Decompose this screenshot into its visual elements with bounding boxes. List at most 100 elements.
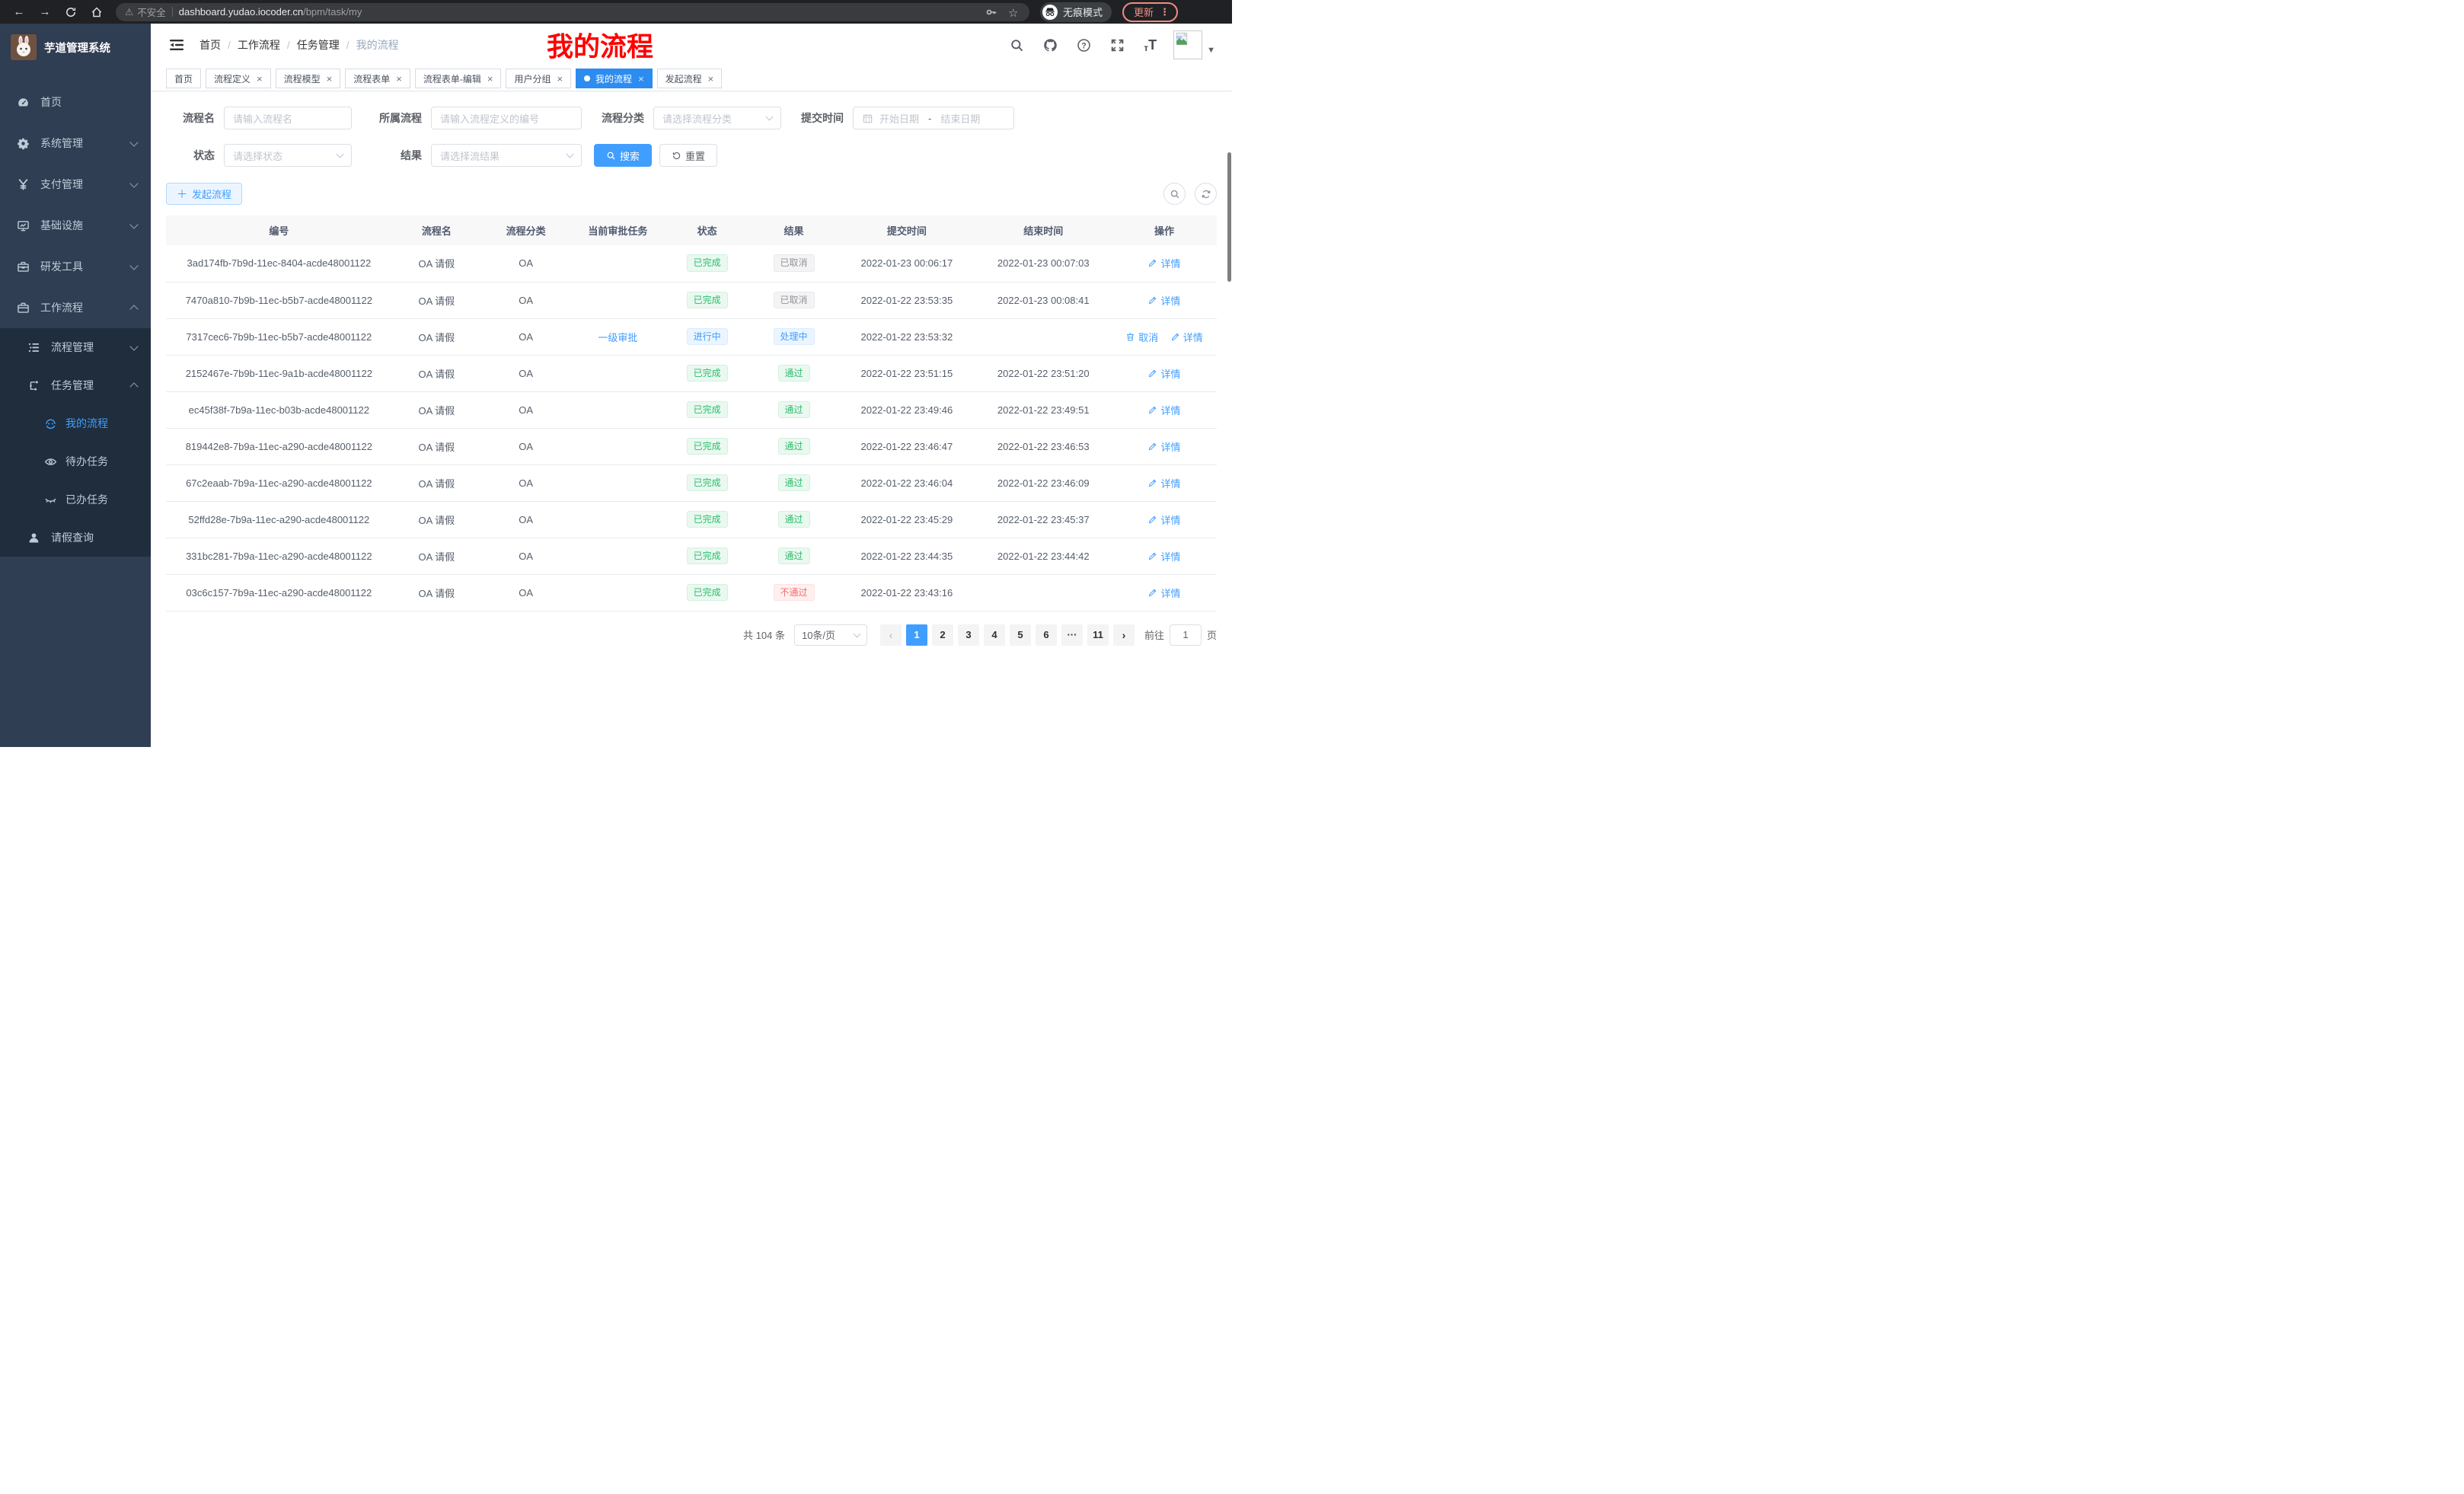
submit-time-range-picker[interactable]: 开始日期 - 结束日期 [853,107,1014,129]
cell-current-task[interactable] [570,282,665,318]
create-process-button[interactable]: ＋ 发起流程 [166,183,242,205]
app-logo-row[interactable]: 芋道管理系统 [0,24,151,71]
password-key-icon[interactable] [985,6,997,18]
chevron-icon [129,382,138,391]
bookmark-star-icon[interactable]: ☆ [1008,6,1020,18]
prev-page-button[interactable]: ‹ [880,624,902,646]
breadcrumb-item[interactable]: 工作流程 [238,37,297,53]
sidebar-item[interactable]: 系统管理 [0,123,151,164]
fullscreen-icon[interactable] [1110,38,1125,53]
cell-current-task[interactable] [570,501,665,538]
sidebar-item[interactable]: 基础设施 [0,205,151,246]
back-icon[interactable]: ← [9,2,29,22]
cell-current-task[interactable]: 一级审批 [570,318,665,355]
home-icon[interactable] [87,2,107,22]
close-tab-icon[interactable]: × [327,73,333,85]
close-tab-icon[interactable]: × [487,73,493,85]
security-warning[interactable]: ⚠ 不安全 [125,5,166,19]
scrollbar-thumb[interactable] [1227,152,1231,282]
browser-menu-icon[interactable]: ⋮ [1160,6,1170,18]
help-icon[interactable]: ? [1077,38,1091,53]
github-icon[interactable] [1043,38,1058,53]
cell-current-task[interactable] [570,391,665,428]
view-tab[interactable]: 流程表单-编辑 × [415,69,502,88]
view-tab[interactable]: 流程表单 × [345,69,410,88]
status-select[interactable]: 请选择状态 [224,144,352,167]
sidebar-item[interactable]: 研发工具 [0,246,151,287]
process-name-input[interactable]: 请输入流程名 [224,107,352,129]
cell-current-task[interactable] [570,428,665,464]
result-select[interactable]: 请选择流结果 [431,144,582,167]
forward-icon[interactable]: → [35,2,55,22]
page-number-button[interactable]: 11 [1087,624,1109,646]
view-tab[interactable]: 发起流程 × [657,69,723,88]
sidebar-item[interactable]: 工作流程 [0,287,151,328]
sidebar-item[interactable]: 任务管理 [0,366,151,404]
close-tab-icon[interactable]: × [257,73,263,85]
cell-current-task[interactable] [570,464,665,501]
sidebar-item[interactable]: 待办任务 [0,442,151,480]
detail-action-link[interactable]: 详情 [1147,366,1180,381]
sidebar-item[interactable]: 请假查询 [0,519,151,557]
view-tab[interactable]: 我的流程 × [576,69,653,88]
cell-category: OA [481,282,570,318]
breadcrumb-item[interactable]: 首页 [199,37,238,53]
page-number-button[interactable]: 3 [958,624,979,646]
search-icon[interactable] [1010,38,1024,53]
font-size-icon[interactable]: тT [1144,37,1157,53]
cell-submit-time: 2022-01-22 23:51:15 [838,355,975,391]
monitor-icon [17,219,30,232]
sidebar-item[interactable]: 已办任务 [0,480,151,519]
cell-submit-time: 2022-01-22 23:49:46 [838,391,975,428]
detail-action-link[interactable]: 详情 [1147,403,1180,417]
url-bar[interactable]: ⚠ 不安全 dashboard.yudao.iocoder.cn/bpm/tas… [116,3,1029,21]
refresh-table-button[interactable] [1195,183,1217,205]
cell-current-task[interactable] [570,355,665,391]
close-tab-icon[interactable]: × [708,73,714,85]
view-tab[interactable]: 流程定义 × [206,69,271,88]
page-number-button[interactable]: 4 [984,624,1005,646]
view-tab[interactable]: 首页 × [166,69,201,88]
page-size-select[interactable]: 10条/页 [794,624,867,646]
search-button[interactable]: 搜索 [594,144,652,167]
close-tab-icon[interactable]: × [396,73,402,85]
detail-action-link[interactable]: 详情 [1147,476,1180,490]
page-number-button[interactable]: 2 [932,624,953,646]
reset-button[interactable]: 重置 [659,144,717,167]
page-number-button[interactable]: 6 [1036,624,1057,646]
page-number-button[interactable]: 5 [1010,624,1031,646]
cell-current-task[interactable] [570,245,665,282]
close-tab-icon[interactable]: × [557,73,563,85]
breadcrumb-item[interactable]: 我的流程 [356,37,399,53]
breadcrumb-item[interactable]: 任务管理 [297,37,356,53]
detail-action-link[interactable]: 详情 [1170,330,1203,344]
close-tab-icon[interactable]: × [638,73,644,85]
sidebar-item[interactable]: 流程管理 [0,328,151,366]
cell-end-time: 2022-01-22 23:51:20 [975,355,1112,391]
sidebar-item[interactable]: 我的流程 [0,404,151,442]
sidebar-item[interactable]: 首页 [0,81,151,123]
detail-action-link[interactable]: 详情 [1147,512,1180,527]
view-tab[interactable]: 流程模型 × [276,69,341,88]
category-select[interactable]: 请选择流程分类 [653,107,781,129]
cancel-action-link[interactable]: 取消 [1125,330,1158,344]
cell-current-task[interactable] [570,574,665,611]
detail-action-link[interactable]: 详情 [1147,293,1180,308]
goto-page-input[interactable] [1170,624,1202,646]
reload-icon[interactable] [61,2,81,22]
collapse-sidebar-icon[interactable] [169,37,184,53]
detail-action-link[interactable]: 详情 [1147,439,1180,454]
next-page-button[interactable]: › [1113,624,1135,646]
update-browser-button[interactable]: 更新 ⋮ [1122,2,1178,22]
view-tab[interactable]: 用户分组 × [506,69,571,88]
user-avatar-menu[interactable]: ▼ [1173,30,1215,59]
owner-process-input[interactable]: 请输入流程定义的编号 [431,107,582,129]
detail-action-link[interactable]: 详情 [1147,256,1180,270]
detail-action-link[interactable]: 详情 [1147,586,1180,600]
page-number-button[interactable]: ··· [1061,624,1083,646]
sidebar-item[interactable]: 支付管理 [0,164,151,205]
cell-current-task[interactable] [570,538,665,574]
page-number-button[interactable]: 1 [906,624,927,646]
show-search-button[interactable] [1163,183,1186,205]
detail-action-link[interactable]: 详情 [1147,549,1180,563]
